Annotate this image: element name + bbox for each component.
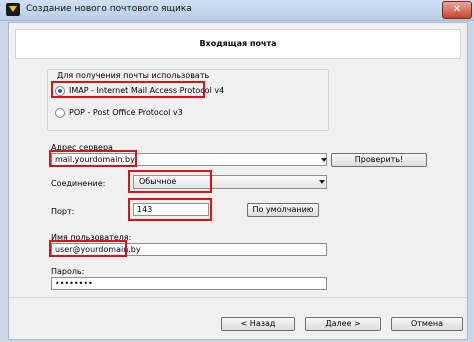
default-port-button[interactable]: По умолчанию bbox=[247, 203, 319, 217]
pop-radio-label: POP - Post Office Protocol v3 bbox=[69, 108, 183, 117]
pop-radio-option[interactable]: POP - Post Office Protocol v3 bbox=[55, 107, 255, 119]
password-label: Пароль: bbox=[51, 267, 85, 276]
back-button[interactable]: < Назад bbox=[221, 317, 295, 331]
connection-label: Соединение: bbox=[51, 179, 106, 188]
window-title: Создание нового почтового ящика bbox=[26, 4, 192, 14]
wizard-dialog: Входящая почта Для получения почты испол… bbox=[8, 22, 468, 340]
cancel-button[interactable]: Отмена bbox=[391, 317, 463, 331]
port-label: Порт: bbox=[51, 207, 75, 216]
password-value: •••••••• bbox=[55, 279, 93, 288]
next-button[interactable]: Далее > bbox=[305, 317, 381, 331]
password-input[interactable]: •••••••• bbox=[51, 277, 327, 290]
page-title: Входящая почта bbox=[199, 39, 277, 48]
footer-separator bbox=[9, 297, 467, 298]
close-button[interactable]: ✕ bbox=[442, 1, 472, 19]
app-icon bbox=[6, 3, 20, 16]
pop-radio[interactable] bbox=[55, 108, 65, 118]
header-panel: Входящая почта bbox=[15, 29, 461, 59]
highlight-imap bbox=[51, 81, 205, 98]
highlight-port bbox=[128, 198, 212, 221]
connection-dropdown-icon[interactable] bbox=[319, 180, 325, 184]
check-button[interactable]: Проверить! bbox=[331, 153, 427, 167]
protocol-group-label: Для получения почты использовать bbox=[57, 71, 210, 80]
server-dropdown-icon[interactable] bbox=[321, 158, 327, 162]
highlight-connection bbox=[128, 170, 212, 193]
highlight-server bbox=[49, 150, 137, 167]
highlight-username bbox=[49, 240, 127, 257]
title-bar: Создание нового почтового ящика ✕ bbox=[0, 0, 474, 21]
